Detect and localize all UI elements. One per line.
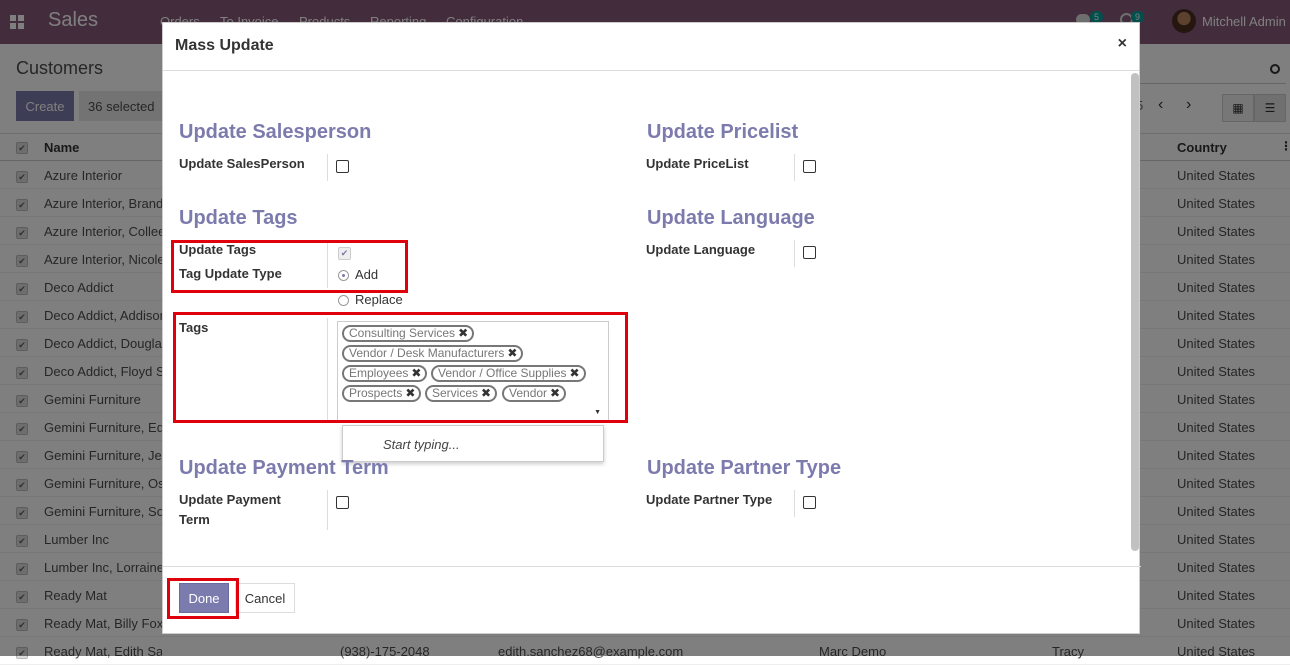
update-payment-term-label: Update Payment Term bbox=[179, 490, 281, 530]
update-language-label: Update Language bbox=[646, 242, 756, 257]
tag-update-replace-radio[interactable] bbox=[338, 295, 349, 306]
update-payment-term-label-line2: Term bbox=[179, 512, 210, 527]
tag-update-replace-label[interactable]: Replace bbox=[355, 292, 403, 307]
label-divider bbox=[327, 154, 328, 181]
dialog-body: Update Salesperson Update SalesPerson Up… bbox=[163, 71, 1141, 567]
label-divider bbox=[327, 490, 328, 530]
dialog-footer: Done Cancel bbox=[163, 568, 1139, 635]
cancel-button[interactable]: Cancel bbox=[235, 583, 295, 613]
highlight-tag-update-box bbox=[171, 240, 408, 293]
section-tags-title: Update Tags bbox=[179, 207, 298, 229]
highlight-tags-box bbox=[173, 312, 628, 423]
highlight-done-box bbox=[167, 578, 239, 619]
scrollbar[interactable] bbox=[1131, 73, 1139, 551]
dialog-header: Mass Update × bbox=[163, 23, 1139, 71]
label-divider bbox=[794, 154, 795, 181]
update-pricelist-checkbox[interactable] bbox=[803, 160, 816, 173]
update-salesperson-checkbox[interactable] bbox=[336, 160, 349, 173]
autocomplete-hint[interactable]: Start typing... bbox=[383, 437, 460, 452]
update-payment-term-checkbox[interactable] bbox=[336, 496, 349, 509]
update-salesperson-label: Update SalesPerson bbox=[179, 156, 305, 171]
update-partner-type-label: Update Partner Type bbox=[646, 492, 773, 507]
dialog-title: Mass Update bbox=[175, 37, 274, 54]
close-icon[interactable]: × bbox=[1118, 35, 1127, 53]
update-language-checkbox[interactable] bbox=[803, 246, 816, 259]
section-partner-type-title: Update Partner Type bbox=[647, 457, 842, 479]
label-divider bbox=[794, 490, 795, 517]
section-payment-term-title: Update Payment Term bbox=[179, 457, 389, 479]
update-pricelist-label: Update PriceList bbox=[646, 156, 749, 171]
section-pricelist-title: Update Pricelist bbox=[647, 121, 799, 143]
update-partner-type-checkbox[interactable] bbox=[803, 496, 816, 509]
label-divider bbox=[794, 240, 795, 267]
mass-update-dialog: Mass Update × Update Salesperson Update … bbox=[162, 22, 1141, 635]
update-payment-term-label-line1: Update Payment bbox=[179, 492, 281, 507]
section-language-title: Update Language bbox=[647, 207, 815, 229]
section-salesperson-title: Update Salesperson bbox=[179, 121, 372, 143]
